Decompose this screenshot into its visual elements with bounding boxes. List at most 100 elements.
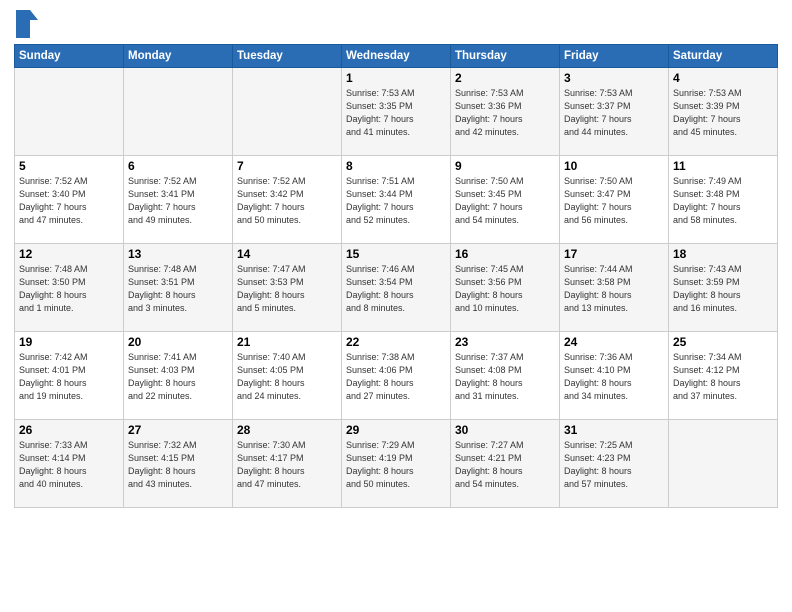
calendar-cell: 28 Sunrise: 7:30 AM Sunset: 4:17 PM Dayli… — [233, 420, 342, 508]
day-number: 4 — [673, 71, 773, 85]
day-info: Sunrise: 7:50 AM Sunset: 3:45 PM Dayligh… — [455, 175, 555, 227]
logo — [14, 10, 38, 38]
day-number: 1 — [346, 71, 446, 85]
calendar-cell: 13 Sunrise: 7:48 AM Sunset: 3:51 PM Dayli… — [124, 244, 233, 332]
calendar-cell: 7 Sunrise: 7:52 AM Sunset: 3:42 PM Daylig… — [233, 156, 342, 244]
calendar-cell: 20 Sunrise: 7:41 AM Sunset: 4:03 PM Dayli… — [124, 332, 233, 420]
week-row-0: 1 Sunrise: 7:53 AM Sunset: 3:35 PM Daylig… — [15, 68, 778, 156]
day-info: Sunrise: 7:32 AM Sunset: 4:15 PM Dayligh… — [128, 439, 228, 491]
calendar-cell: 2 Sunrise: 7:53 AM Sunset: 3:36 PM Daylig… — [451, 68, 560, 156]
day-header-friday: Friday — [560, 45, 669, 68]
day-number: 7 — [237, 159, 337, 173]
day-header-thursday: Thursday — [451, 45, 560, 68]
day-header-sunday: Sunday — [15, 45, 124, 68]
day-info: Sunrise: 7:38 AM Sunset: 4:06 PM Dayligh… — [346, 351, 446, 403]
day-number: 18 — [673, 247, 773, 261]
day-info: Sunrise: 7:50 AM Sunset: 3:47 PM Dayligh… — [564, 175, 664, 227]
calendar-cell: 22 Sunrise: 7:38 AM Sunset: 4:06 PM Dayli… — [342, 332, 451, 420]
day-info: Sunrise: 7:53 AM Sunset: 3:36 PM Dayligh… — [455, 87, 555, 139]
day-info: Sunrise: 7:42 AM Sunset: 4:01 PM Dayligh… — [19, 351, 119, 403]
day-number: 30 — [455, 423, 555, 437]
day-number: 14 — [237, 247, 337, 261]
day-number: 17 — [564, 247, 664, 261]
day-number: 29 — [346, 423, 446, 437]
day-info: Sunrise: 7:41 AM Sunset: 4:03 PM Dayligh… — [128, 351, 228, 403]
day-number: 3 — [564, 71, 664, 85]
day-info: Sunrise: 7:47 AM Sunset: 3:53 PM Dayligh… — [237, 263, 337, 315]
day-number: 24 — [564, 335, 664, 349]
week-row-4: 26Sunrise: 7:33 AM Sunset: 4:14 PM Dayli… — [15, 420, 778, 508]
day-header-monday: Monday — [124, 45, 233, 68]
calendar-cell: 12 Sunrise: 7:48 AM Sunset: 3:50 PM Dayli… — [15, 244, 124, 332]
day-info: Sunrise: 7:46 AM Sunset: 3:54 PM Dayligh… — [346, 263, 446, 315]
calendar-cell: 31 Sunrise: 7:25 AM Sunset: 4:23 PM Dayli… — [560, 420, 669, 508]
day-number: 12 — [19, 247, 119, 261]
day-number: 13 — [128, 247, 228, 261]
day-number: 16 — [455, 247, 555, 261]
day-info: Sunrise: 7:29 AM Sunset: 4:19 PM Dayligh… — [346, 439, 446, 491]
day-number: 9 — [455, 159, 555, 173]
day-number: 23 — [455, 335, 555, 349]
day-info: Sunrise: 7:53 AM Sunset: 3:35 PM Dayligh… — [346, 87, 446, 139]
day-header-saturday: Saturday — [669, 45, 778, 68]
calendar-cell: 6 Sunrise: 7:52 AM Sunset: 3:41 PM Daylig… — [124, 156, 233, 244]
week-row-2: 12 Sunrise: 7:48 AM Sunset: 3:50 PM Dayli… — [15, 244, 778, 332]
day-number: 19 — [19, 335, 119, 349]
day-info: Sunrise: 7:30 AM Sunset: 4:17 PM Dayligh… — [237, 439, 337, 491]
day-info: Sunrise: 7:48 AM Sunset: 3:51 PM Dayligh… — [128, 263, 228, 315]
day-number: 25 — [673, 335, 773, 349]
day-number: 10 — [564, 159, 664, 173]
day-info: Sunrise: 7:43 AM Sunset: 3:59 PM Dayligh… — [673, 263, 773, 315]
calendar-cell: 21Sunrise: 7:40 AM Sunset: 4:05 PM Dayli… — [233, 332, 342, 420]
calendar-cell: 27Sunrise: 7:32 AM Sunset: 4:15 PM Dayli… — [124, 420, 233, 508]
day-info: Sunrise: 7:25 AM Sunset: 4:23 PM Dayligh… — [564, 439, 664, 491]
day-info: Sunrise: 7:52 AM Sunset: 3:41 PM Dayligh… — [128, 175, 228, 227]
day-number: 2 — [455, 71, 555, 85]
calendar-cell: 15 Sunrise: 7:46 AM Sunset: 3:54 PM Dayli… — [342, 244, 451, 332]
calendar-cell — [124, 68, 233, 156]
calendar-cell: 16 Sunrise: 7:45 AM Sunset: 3:56 PM Dayli… — [451, 244, 560, 332]
day-number: 5 — [19, 159, 119, 173]
calendar-cell: 9 Sunrise: 7:50 AM Sunset: 3:45 PM Daylig… — [451, 156, 560, 244]
day-info: Sunrise: 7:37 AM Sunset: 4:08 PM Dayligh… — [455, 351, 555, 403]
calendar-cell — [669, 420, 778, 508]
day-info: Sunrise: 7:52 AM Sunset: 3:42 PM Dayligh… — [237, 175, 337, 227]
calendar: SundayMondayTuesdayWednesdayThursdayFrid… — [14, 44, 778, 508]
calendar-cell: 4 Sunrise: 7:53 AM Sunset: 3:39 PM Daylig… — [669, 68, 778, 156]
calendar-cell — [233, 68, 342, 156]
calendar-cell: 11 Sunrise: 7:49 AM Sunset: 3:48 PM Dayli… — [669, 156, 778, 244]
calendar-cell: 29 Sunrise: 7:29 AM Sunset: 4:19 PM Dayli… — [342, 420, 451, 508]
calendar-cell: 23 Sunrise: 7:37 AM Sunset: 4:08 PM Dayli… — [451, 332, 560, 420]
day-number: 22 — [346, 335, 446, 349]
calendar-cell: 17Sunrise: 7:44 AM Sunset: 3:58 PM Dayli… — [560, 244, 669, 332]
day-number: 20 — [128, 335, 228, 349]
page: SundayMondayTuesdayWednesdayThursdayFrid… — [0, 0, 792, 612]
calendar-cell: 3Sunrise: 7:53 AM Sunset: 3:37 PM Daylig… — [560, 68, 669, 156]
day-header-tuesday: Tuesday — [233, 45, 342, 68]
calendar-cell: 25 Sunrise: 7:34 AM Sunset: 4:12 PM Dayli… — [669, 332, 778, 420]
day-info: Sunrise: 7:53 AM Sunset: 3:39 PM Dayligh… — [673, 87, 773, 139]
day-info: Sunrise: 7:34 AM Sunset: 4:12 PM Dayligh… — [673, 351, 773, 403]
day-number: 31 — [564, 423, 664, 437]
week-row-3: 19 Sunrise: 7:42 AM Sunset: 4:01 PM Dayli… — [15, 332, 778, 420]
calendar-cell: 18 Sunrise: 7:43 AM Sunset: 3:59 PM Dayli… — [669, 244, 778, 332]
day-info: Sunrise: 7:45 AM Sunset: 3:56 PM Dayligh… — [455, 263, 555, 315]
week-row-1: 5Sunrise: 7:52 AM Sunset: 3:40 PM Daylig… — [15, 156, 778, 244]
day-number: 11 — [673, 159, 773, 173]
calendar-header-row: SundayMondayTuesdayWednesdayThursdayFrid… — [15, 45, 778, 68]
calendar-cell: 19 Sunrise: 7:42 AM Sunset: 4:01 PM Dayli… — [15, 332, 124, 420]
day-number: 26 — [19, 423, 119, 437]
logo-icon — [16, 10, 38, 38]
day-number: 6 — [128, 159, 228, 173]
day-number: 21 — [237, 335, 337, 349]
day-info: Sunrise: 7:49 AM Sunset: 3:48 PM Dayligh… — [673, 175, 773, 227]
day-info: Sunrise: 7:48 AM Sunset: 3:50 PM Dayligh… — [19, 263, 119, 315]
day-number: 15 — [346, 247, 446, 261]
day-info: Sunrise: 7:36 AM Sunset: 4:10 PM Dayligh… — [564, 351, 664, 403]
day-header-wednesday: Wednesday — [342, 45, 451, 68]
day-number: 28 — [237, 423, 337, 437]
calendar-cell — [15, 68, 124, 156]
calendar-cell: 24 Sunrise: 7:36 AM Sunset: 4:10 PM Dayli… — [560, 332, 669, 420]
day-info: Sunrise: 7:51 AM Sunset: 3:44 PM Dayligh… — [346, 175, 446, 227]
calendar-cell: 10 Sunrise: 7:50 AM Sunset: 3:47 PM Dayli… — [560, 156, 669, 244]
